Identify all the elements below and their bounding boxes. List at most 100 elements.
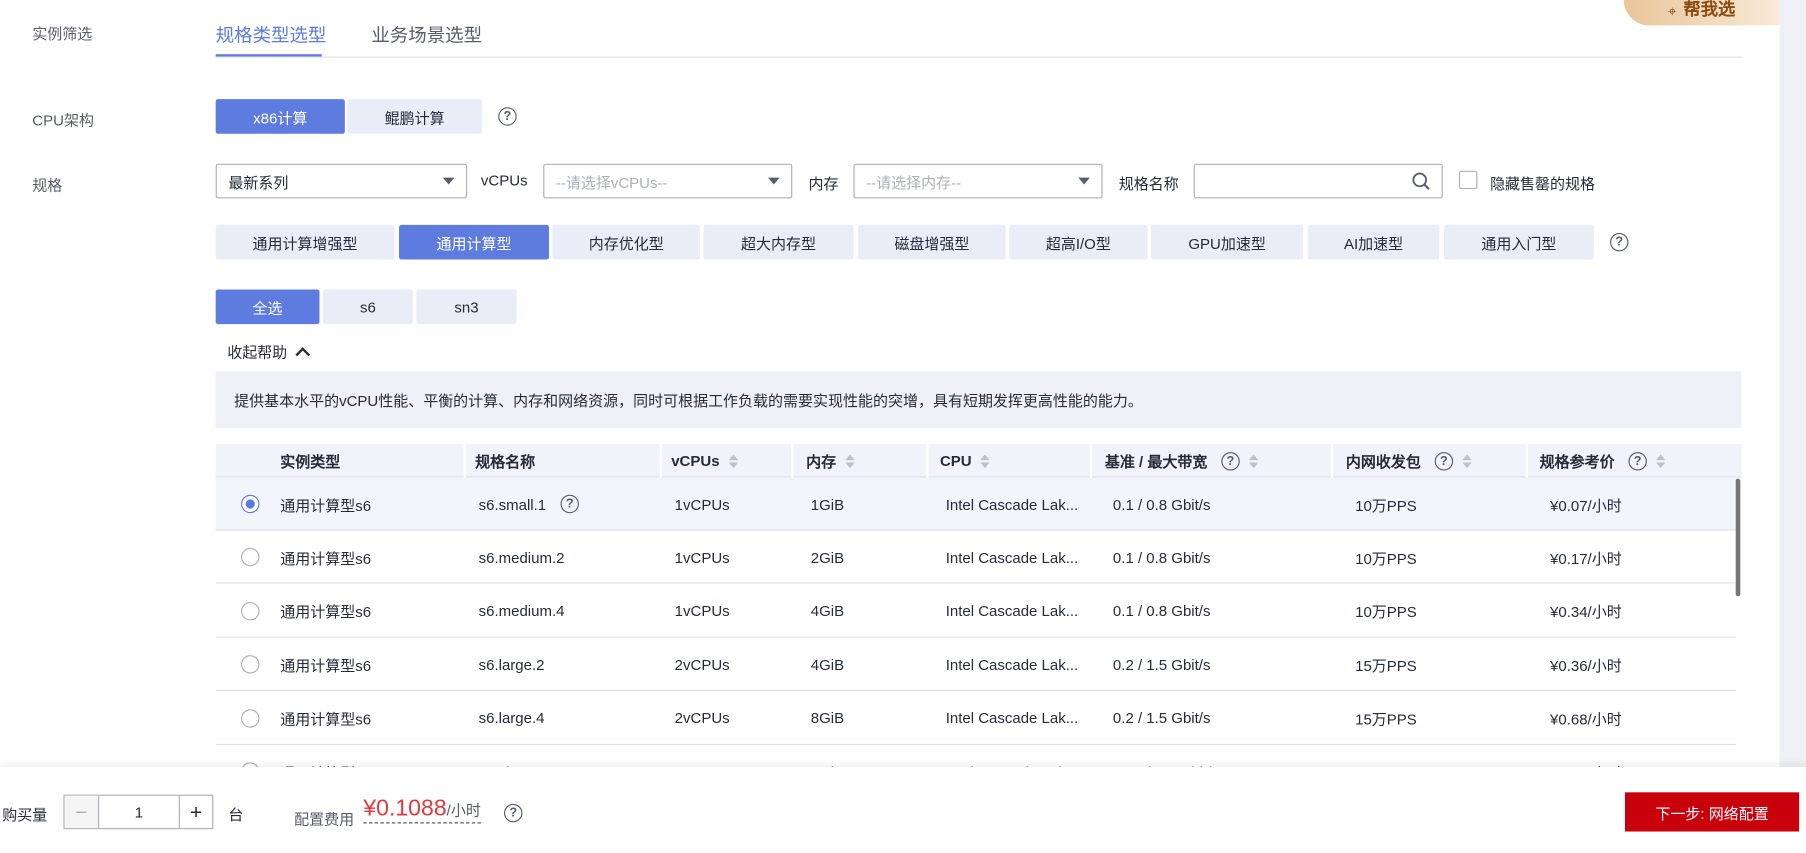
cell-memory: 1GiB	[810, 495, 845, 513]
minus-button[interactable]: −	[64, 795, 100, 829]
chevron-down-icon	[768, 177, 780, 185]
vcpus-select[interactable]: --请选择vCPUs--	[543, 163, 793, 199]
quantity-label: 购买量	[2, 806, 48, 824]
cell-bandwidth: 0.1 / 0.8 Gbit/s	[1112, 495, 1211, 513]
tab-spec-type[interactable]: 规格类型选型	[216, 20, 327, 48]
cell-pps: 10万PPS	[1355, 549, 1417, 568]
cell-type: 通用计算型s6	[280, 496, 372, 514]
cell-cpu: Intel Cascade Lak...	[945, 602, 1079, 620]
col-pps[interactable]: 内网收发包?	[1346, 444, 1472, 477]
help-icon[interactable]: ?	[1610, 232, 1629, 252]
help-icon[interactable]: ?	[560, 494, 579, 514]
type-memory-optimized[interactable]: 内存优化型	[552, 224, 701, 260]
cell-type: 通用计算型s6	[280, 710, 372, 728]
col-memory[interactable]: 内存	[806, 444, 855, 477]
sort-icon	[1656, 453, 1666, 468]
cell-memory: 4GiB	[810, 655, 845, 674]
col-bandwidth[interactable]: 基准 / 最大带宽?	[1105, 444, 1259, 477]
type-general[interactable]: 通用计算型	[399, 224, 549, 260]
fee-value[interactable]: ¥0.1088/小时	[363, 796, 481, 824]
cell-bandwidth: 0.1 / 0.8 Gbit/s	[1112, 548, 1211, 567]
memory-select[interactable]: --请选择内存--	[853, 163, 1103, 199]
table-row[interactable]: 通用计算型s6 s6.medium.4 1vCPUs 4GiB Intel Cascad…	[215, 584, 1736, 638]
table-row[interactable]: 通用计算型s6 s6.small.1? 1vCPUs 1GiB Intel Cascad…	[215, 477, 1736, 531]
row-radio[interactable]	[241, 494, 260, 514]
table-row[interactable]: 通用计算型s6 s6.medium.2 1vCPUs 2GiB Intel Cascad…	[215, 531, 1736, 585]
chevron-up-icon	[294, 347, 310, 362]
cell-price: ¥0.68/小时	[1550, 710, 1622, 728]
cell-price: ¥0.34/小时	[1550, 603, 1622, 621]
spec-name-input[interactable]	[1193, 163, 1443, 199]
quantity-stepper[interactable]: − 1 +	[63, 794, 214, 830]
type-high-io[interactable]: 超高I/O型	[1009, 224, 1148, 260]
cell-memory: 2GiB	[810, 548, 845, 567]
table-row[interactable]: 通用计算型s6 s6.large.4 2vCPUs 8GiB Intel Cascade…	[215, 692, 1736, 745]
cell-name: s6.large.4	[478, 709, 545, 727]
type-ai[interactable]: AI加速型	[1307, 224, 1440, 260]
sort-icon	[728, 453, 739, 468]
cell-memory: 8GiB	[810, 709, 845, 727]
cell-name: s6.large.2	[478, 655, 545, 674]
series-select[interactable]: 最新系列	[215, 163, 468, 199]
hide-sold-out-label: 隐藏售罄的规格	[1490, 175, 1596, 193]
help-icon: ?	[1221, 451, 1240, 470]
cell-name: s6.medium.2	[478, 548, 565, 567]
col-cpu[interactable]: CPU	[940, 444, 991, 477]
help-me-choose-label: 帮我选	[1683, 0, 1736, 20]
cell-vcpus: 1vCPUs	[674, 495, 730, 513]
row-radio[interactable]	[241, 548, 260, 567]
hide-sold-out-checkbox[interactable]	[1458, 170, 1478, 190]
help-icon[interactable]: ?	[503, 803, 523, 823]
help-icon[interactable]: ?	[498, 107, 517, 126]
table-scrollbar-thumb[interactable]	[1735, 478, 1741, 597]
vcpus-label: vCPUs	[480, 171, 528, 190]
cell-name: s6.small.1	[478, 495, 547, 513]
collapse-help-toggle[interactable]: 收起帮助	[227, 340, 310, 362]
quantity-input[interactable]: 1	[99, 796, 179, 828]
type-entry[interactable]: 通用入门型	[1443, 224, 1594, 260]
cell-price: ¥0.17/小时	[1550, 549, 1622, 568]
sort-icon	[845, 453, 855, 468]
type-disk-intensive[interactable]: 磁盘增强型	[858, 224, 1006, 260]
plus-button[interactable]: +	[178, 795, 212, 829]
series-value: 最新系列	[228, 173, 289, 191]
cpu-x86-button[interactable]: x86计算	[215, 99, 345, 134]
spec-label: 规格	[32, 176, 63, 194]
row-radio[interactable]	[241, 655, 260, 674]
type-gpu[interactable]: GPU加速型	[1150, 224, 1304, 260]
sort-icon	[1248, 453, 1259, 468]
cell-cpu: Intel Cascade Lak...	[945, 709, 1079, 727]
cursor-icon: ⌖	[1668, 2, 1677, 20]
cpu-kunpeng-button[interactable]: 鲲鹏计算	[347, 99, 483, 134]
cell-type: 通用计算型s6	[280, 657, 372, 675]
help-icon: ?	[1434, 451, 1454, 470]
cell-vcpus: 2vCPUs	[674, 655, 730, 674]
cell-vcpus: 1vCPUs	[674, 602, 730, 620]
type-general-enhanced[interactable]: 通用计算增强型	[215, 224, 395, 260]
help-me-choose-button[interactable]: ⌖ 帮我选	[1623, 0, 1780, 26]
filter-label: 实例筛选	[32, 25, 93, 43]
chevron-down-icon	[1078, 177, 1090, 185]
row-radio[interactable]	[241, 708, 260, 728]
type-large-memory[interactable]: 超大内存型	[703, 224, 854, 260]
spec-name-label: 规格名称	[1118, 175, 1179, 193]
row-radio[interactable]	[241, 601, 260, 621]
table-row[interactable]: 通用计算型s6 s6.large.2 2vCPUs 4GiB Intel Cascade…	[215, 638, 1736, 692]
subtype-all[interactable]: 全选	[215, 289, 320, 325]
search-icon[interactable]	[1412, 172, 1432, 192]
col-price[interactable]: 规格参考价?	[1540, 444, 1666, 477]
cell-vcpus: 1vCPUs	[674, 548, 730, 567]
next-network-config-button[interactable]: 下一步: 网络配置	[1624, 792, 1800, 832]
tab-scenario[interactable]: 业务场景选型	[371, 20, 482, 48]
page-scrollbar-track[interactable]	[1779, 0, 1806, 767]
cell-pps: 15万PPS	[1355, 657, 1417, 675]
cpu-arch-label: CPU架构	[32, 111, 94, 130]
col-vcpus[interactable]: vCPUs	[671, 444, 739, 477]
subtype-sn3[interactable]: sn3	[416, 289, 517, 325]
cell-name: s6.medium.4	[478, 602, 565, 620]
memory-placeholder: --请选择内存--	[866, 173, 962, 191]
footer-bar: 购买量 − 1 + 台 配置费用 ¥0.1088/小时 ? 下一步: 网络配置	[0, 766, 1806, 853]
vcpus-placeholder: --请选择vCPUs--	[555, 173, 668, 191]
cell-pps: 10万PPS	[1355, 603, 1417, 621]
subtype-s6[interactable]: s6	[322, 289, 413, 325]
